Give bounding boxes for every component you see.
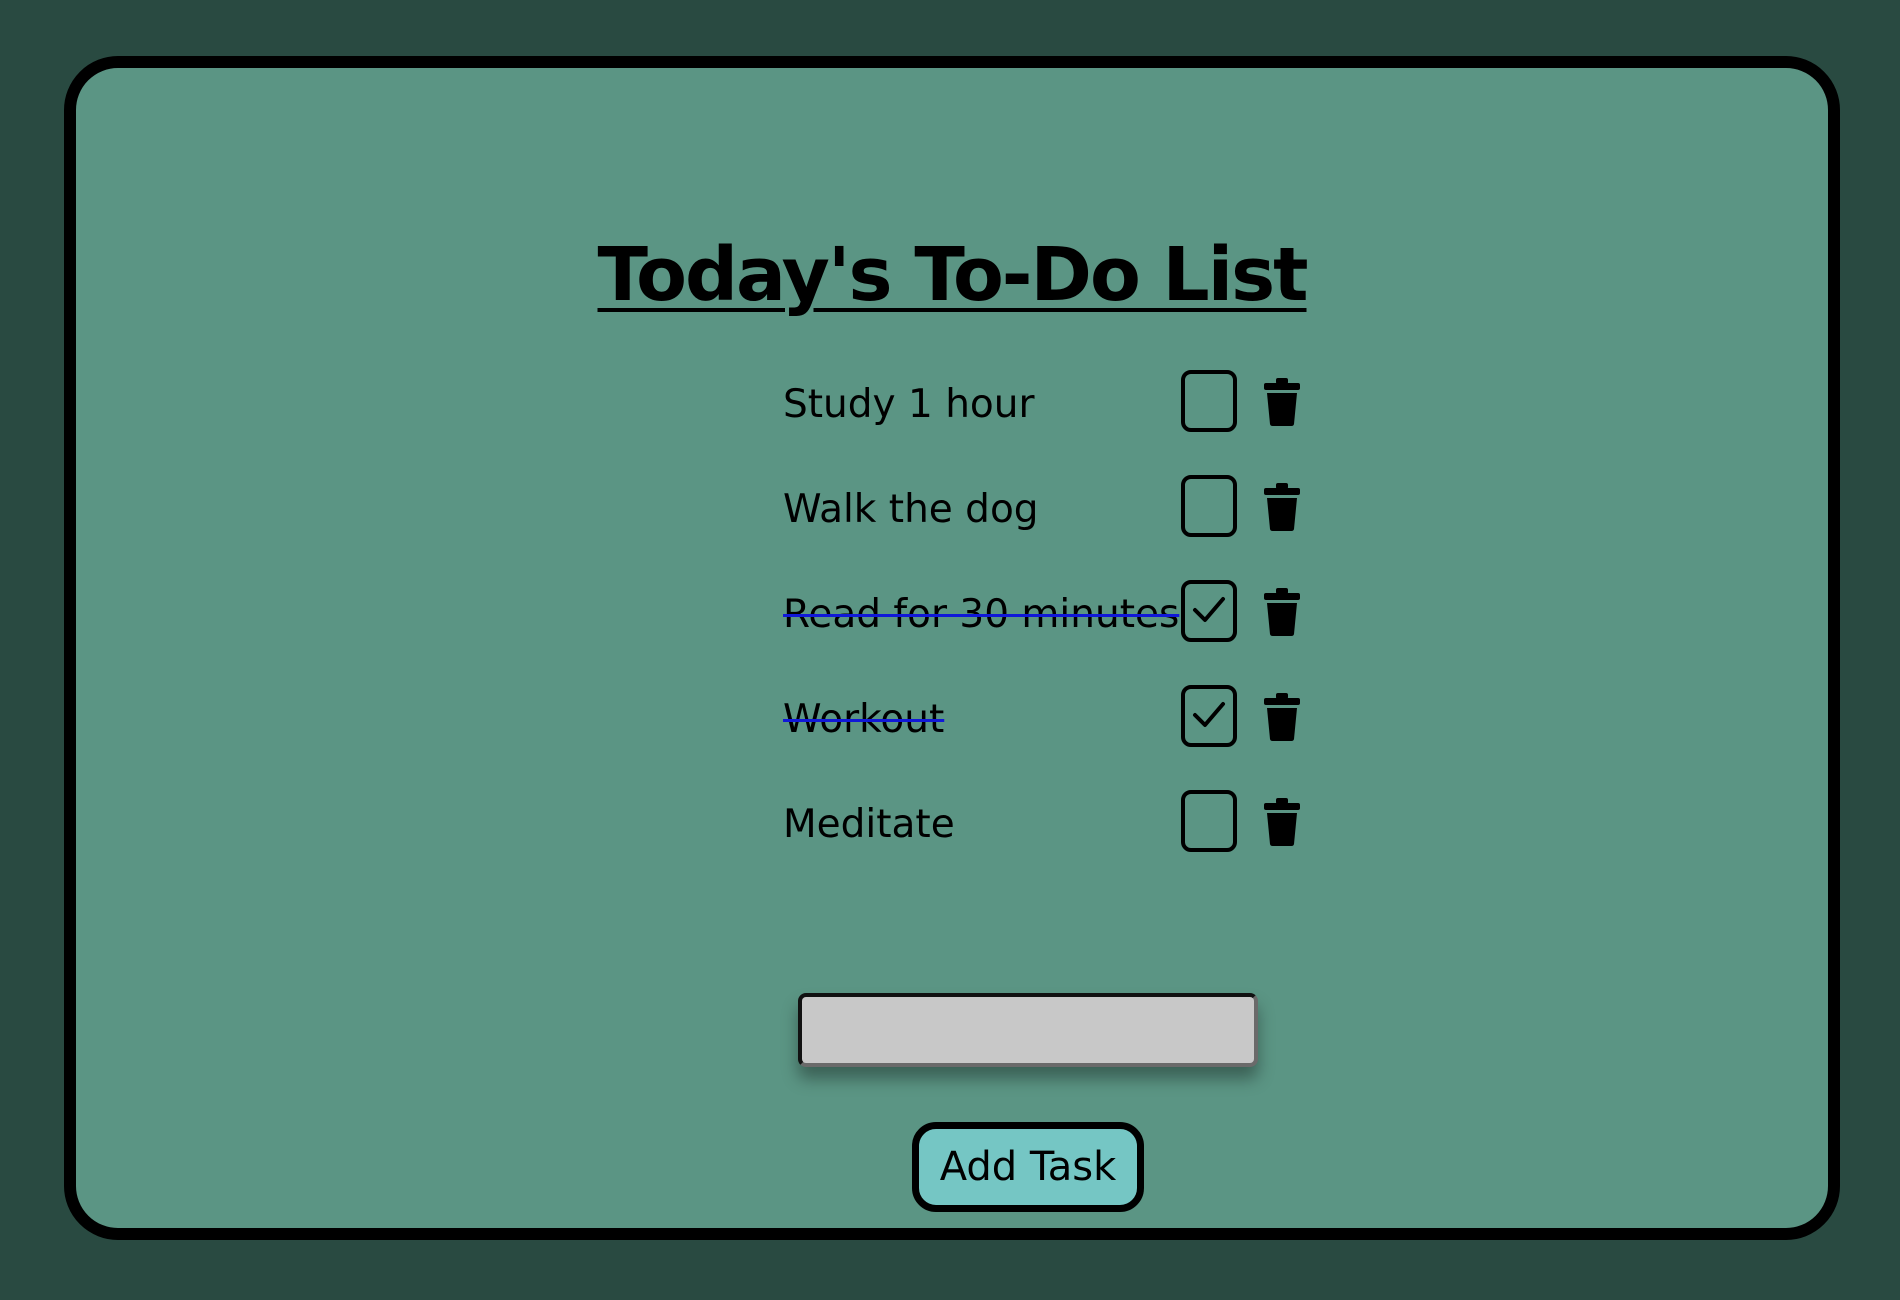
trash-icon[interactable]	[1262, 693, 1302, 741]
task-checkbox[interactable]	[1181, 790, 1237, 852]
checkmark-icon	[1193, 702, 1225, 727]
task-item: Study 1 hour	[76, 370, 1828, 440]
task-item: Walk the dog	[76, 475, 1828, 545]
task-item: Workout	[76, 685, 1828, 755]
trash-icon[interactable]	[1262, 378, 1302, 426]
trash-icon[interactable]	[1262, 483, 1302, 531]
new-task-input[interactable]	[798, 993, 1258, 1067]
trash-icon[interactable]	[1262, 588, 1302, 636]
task-checkbox[interactable]	[1181, 370, 1237, 432]
todo-card: Today's To-Do List Study 1 hour Walk the…	[64, 56, 1840, 1240]
task-label: Read for 30 minutes	[783, 592, 1180, 637]
task-item: Read for 30 minutes	[76, 580, 1828, 650]
add-task-button[interactable]: Add Task	[912, 1122, 1144, 1212]
task-label: Study 1 hour	[783, 382, 1035, 427]
task-label: Meditate	[783, 802, 955, 847]
task-checkbox[interactable]	[1181, 475, 1237, 537]
task-item: Meditate	[76, 790, 1828, 860]
task-label: Walk the dog	[783, 487, 1039, 532]
checkmark-icon	[1193, 597, 1225, 622]
trash-icon[interactable]	[1262, 798, 1302, 846]
task-checkbox[interactable]	[1181, 580, 1237, 642]
task-label: Workout	[783, 697, 945, 742]
task-checkbox[interactable]	[1181, 685, 1237, 747]
